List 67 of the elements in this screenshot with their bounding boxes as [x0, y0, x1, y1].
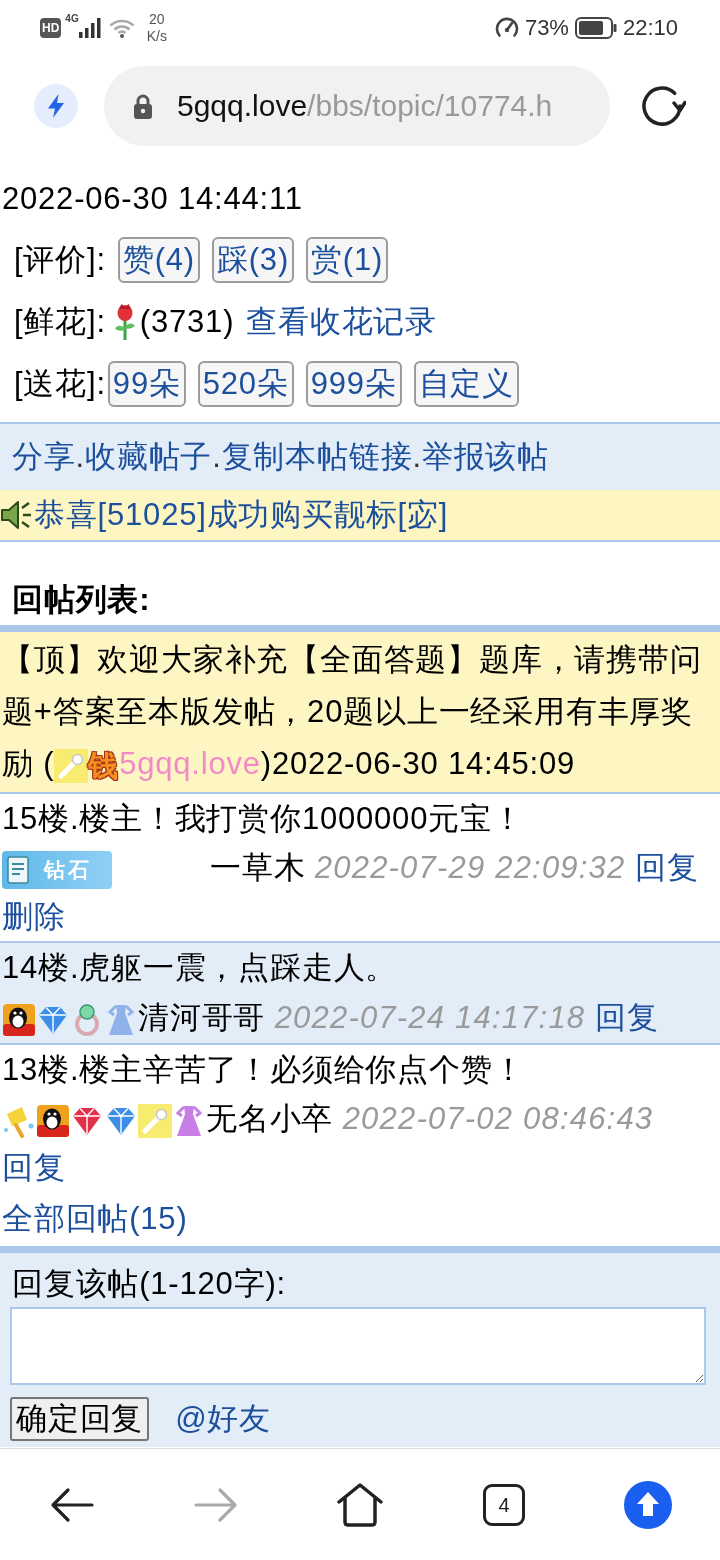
link-separator: .	[412, 439, 422, 475]
network-type: 4G	[65, 13, 79, 25]
link-separator: .	[212, 439, 222, 475]
notice-link[interactable]: 恭喜[51025]成功购买靓标[宓]	[34, 494, 449, 536]
lightning-icon[interactable]	[34, 84, 78, 128]
submit-button[interactable]: 确定回复	[10, 1397, 150, 1441]
send-flower-button[interactable]: 520朵	[197, 361, 294, 407]
pinned-post: 【顶】欢迎大家补充【全面答题】题库，请携带问题+答案至本版发帖，20题以上一经采用有丰厚奖励 ( 钱5gqq.love)2022-06-30 14:45:09	[0, 632, 720, 792]
gauge-icon	[494, 16, 519, 40]
form-label: 回复该帖(1-120字):	[12, 1266, 286, 1301]
share-link[interactable]: 举报该帖	[421, 436, 550, 478]
author-name: 无名小卒	[206, 1101, 334, 1136]
share-link[interactable]: 收藏帖子	[85, 436, 213, 478]
action-link[interactable]: 回复	[634, 850, 699, 885]
network-speed: 20	[149, 11, 165, 28]
field-label: [评价]:	[14, 241, 106, 279]
reply-time: 2022-07-29 22:09:32	[314, 850, 626, 885]
url-domain: 5gqq.love	[177, 89, 308, 123]
list-title: 回帖列表:	[12, 582, 151, 617]
action-link[interactable]: 删除	[2, 899, 66, 934]
link-separator: .	[75, 439, 86, 475]
author-name: 清河哥哥	[138, 1000, 266, 1035]
badge-label: 钻石	[44, 856, 92, 883]
speed-unit: K/s	[146, 28, 167, 45]
send-flower-button[interactable]: 999朵	[305, 361, 402, 407]
send-flower-button[interactable]: 自定义	[413, 361, 519, 407]
reply-input[interactable]	[10, 1307, 706, 1385]
wifi-icon	[108, 18, 135, 38]
action-link[interactable]: 回复	[2, 1150, 66, 1185]
rating-button[interactable]: 赏(1)	[306, 237, 389, 283]
send-flower-button[interactable]: 99朵	[107, 361, 186, 407]
reply-time: 2022-07-24 14:17:18	[274, 1000, 586, 1035]
medal-label: 钱	[88, 747, 120, 784]
penguin-icon	[2, 1002, 36, 1037]
clock-time: 22:10	[622, 15, 678, 41]
all-replies-link[interactable]: 全部回帖(15)	[2, 1201, 188, 1236]
action-link[interactable]: 回复	[594, 1000, 659, 1035]
flower-count: (3731)	[139, 304, 235, 340]
battery-icon	[574, 17, 617, 39]
signal-icon	[78, 18, 101, 38]
rose-icon	[113, 303, 136, 341]
flower-record-link[interactable]: 查看收花记录	[246, 301, 438, 343]
hd-indicator: HD	[40, 18, 62, 38]
lock-icon	[133, 93, 153, 119]
wand-icon	[54, 748, 89, 783]
reply-text: 15楼.楼主！我打赏你1000000元宝！	[2, 801, 524, 836]
back-icon[interactable]	[50, 1486, 94, 1523]
field-label: [鲜花]:	[14, 303, 106, 341]
mention-link[interactable]: @好友	[175, 1398, 272, 1440]
address-field[interactable]: 5gqq.love/bbs/topic/10774.h	[104, 66, 610, 146]
rating-button[interactable]: 赞(4)	[117, 237, 200, 283]
author-name: 一草木	[210, 850, 306, 885]
share-link[interactable]: 分享	[12, 436, 76, 478]
rating-button[interactable]: 踩(3)	[211, 237, 295, 283]
share-link[interactable]: 复制本帖链接	[221, 436, 413, 478]
reply-text: 13楼.楼主辛苦了！必须给你点个赞！	[2, 1052, 525, 1087]
tab-count-button[interactable]: 4	[483, 1483, 525, 1526]
url-path: /bbs/topic/10774.h	[307, 89, 553, 123]
home-icon[interactable]	[336, 1481, 384, 1528]
reply-text: 14楼.虎躯一震，点踩走人。	[2, 950, 398, 985]
battery-percent: 73%	[524, 15, 569, 41]
post-time: 2022-06-30 14:44:11	[2, 181, 303, 216]
wand-icon	[138, 1103, 172, 1138]
field-label: [送花]:	[14, 365, 106, 403]
penguin-icon	[36, 1103, 70, 1138]
reply-time: 2022-07-02 08:46:43	[342, 1101, 654, 1136]
scroll-top-icon[interactable]	[624, 1480, 672, 1529]
